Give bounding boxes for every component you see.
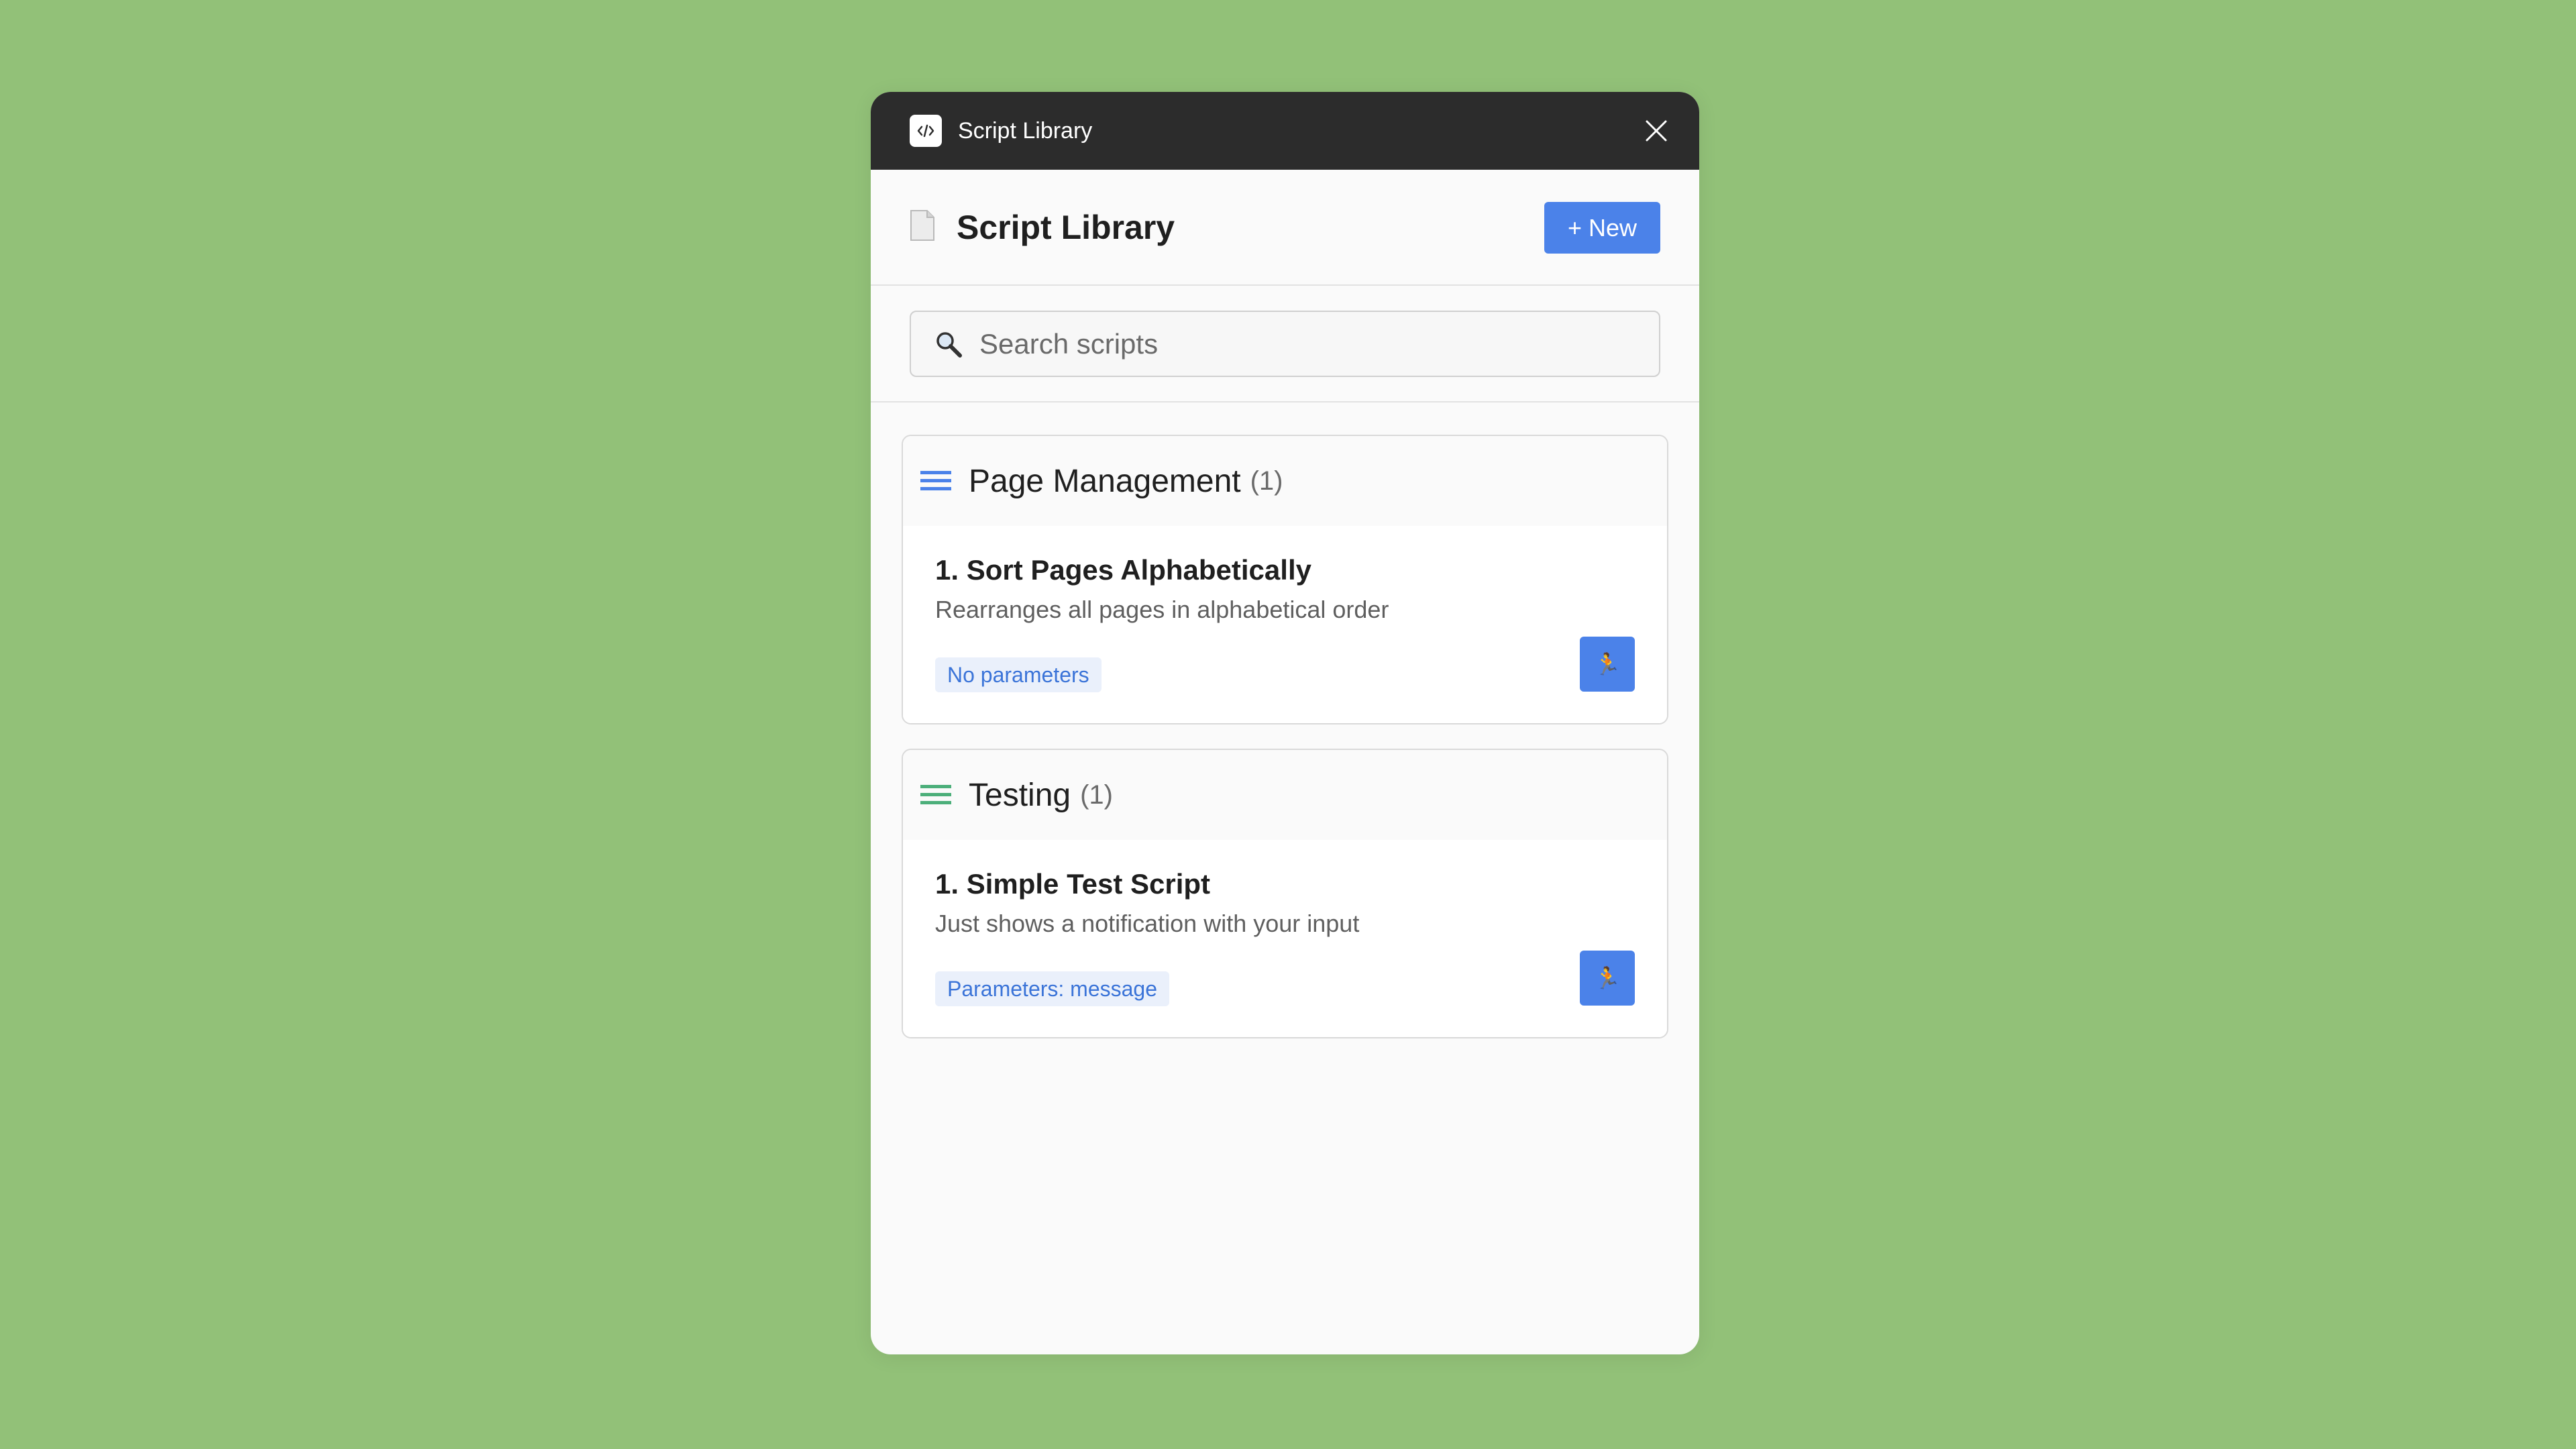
category-testing: Testing (1) 1. Simple Test Script Just s…	[902, 749, 1668, 1038]
category-header[interactable]: Testing (1)	[903, 750, 1667, 840]
close-button[interactable]	[1638, 112, 1675, 150]
close-icon	[1646, 120, 1667, 142]
search-input[interactable]	[978, 327, 1636, 361]
category-name: Page Management	[969, 463, 1241, 499]
script-item[interactable]: 1. Simple Test Script Just shows a notif…	[903, 840, 1667, 1037]
runner-icon: 🏃	[1594, 652, 1621, 676]
category-page-management: Page Management (1) 1. Sort Pages Alphab…	[902, 435, 1668, 724]
menu-icon	[920, 471, 951, 490]
code-icon	[910, 115, 942, 147]
search-box[interactable]	[910, 311, 1660, 377]
category-header[interactable]: Page Management (1)	[903, 436, 1667, 526]
parameters-badge: No parameters	[935, 657, 1102, 692]
document-icon	[910, 209, 934, 241]
menu-icon	[920, 785, 951, 804]
category-list: Page Management (1) 1. Sort Pages Alphab…	[871, 402, 1699, 1038]
run-script-button[interactable]: 🏃	[1580, 951, 1635, 1006]
window-title: Script Library	[958, 117, 1093, 144]
search-section	[871, 286, 1699, 402]
page-title: Script Library	[957, 208, 1175, 246]
runner-icon: 🏃	[1594, 966, 1621, 990]
script-library-window: Script Library Script Library + New Sear…	[871, 92, 1699, 1354]
category-name: Testing	[969, 777, 1071, 813]
title-bar: Script Library	[871, 92, 1699, 170]
search-icon	[936, 331, 962, 358]
script-item[interactable]: 1. Sort Pages Alphabetically Rearranges …	[903, 526, 1667, 723]
parameters-badge: Parameters: message	[935, 971, 1170, 1006]
script-description: Just shows a notification with your inpu…	[935, 910, 1360, 937]
script-title: 1. Sort Pages Alphabetically	[935, 554, 1311, 586]
new-script-button[interactable]: + New	[1544, 202, 1660, 254]
category-count: (1)	[1080, 780, 1113, 810]
script-description: Rearranges all pages in alphabetical ord…	[935, 596, 1389, 623]
category-count: (1)	[1250, 466, 1283, 496]
library-header: Script Library + New	[871, 170, 1699, 286]
script-title: 1. Simple Test Script	[935, 868, 1211, 900]
run-script-button[interactable]: 🏃	[1580, 637, 1635, 692]
